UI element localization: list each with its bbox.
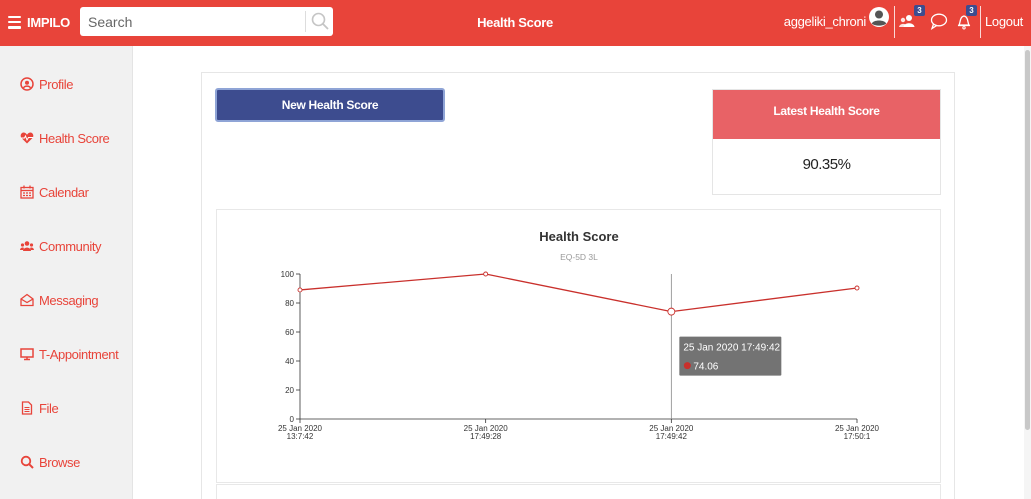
community-badge: 3	[914, 5, 925, 16]
calendar-icon	[20, 185, 34, 199]
sidebar-item-community[interactable]: Community	[20, 235, 102, 257]
data-point	[483, 271, 489, 277]
users-icon	[20, 241, 34, 251]
sidebar-item-profile[interactable]: Profile	[20, 73, 73, 95]
sidebar: Profile Health Score Calendar Community …	[0, 46, 133, 499]
new-health-score-button[interactable]: New Health Score	[215, 88, 445, 122]
menu-button[interactable]: IMPILO	[8, 11, 70, 33]
y-tick-label: 0	[290, 415, 295, 424]
y-tick-label: 100	[281, 270, 295, 279]
lower-card	[216, 484, 941, 499]
user-avatar-icon[interactable]	[868, 6, 890, 28]
search-box	[80, 7, 333, 36]
sidebar-item-health-score[interactable]: Health Score	[20, 127, 110, 149]
scrollbar[interactable]	[1024, 46, 1031, 499]
envelope-icon	[20, 293, 34, 307]
data-point	[667, 307, 676, 316]
search-input[interactable]	[80, 7, 306, 36]
chat-bubble-icon[interactable]	[929, 12, 949, 30]
x-tick-label: 13:7:42	[287, 432, 314, 441]
sidebar-item-browse[interactable]: Browse	[20, 451, 80, 473]
latest-health-score-title: Latest Health Score	[713, 90, 940, 139]
sidebar-item-messaging[interactable]: Messaging	[20, 289, 99, 311]
latest-health-score-value: 90.35%	[802, 156, 851, 173]
divider	[980, 6, 981, 38]
sidebar-item-label: Community	[39, 238, 102, 254]
tooltip-title: 25 Jan 2020 17:49:42	[683, 343, 780, 354]
sidebar-item-t-appointment[interactable]: T-Appointment	[20, 343, 119, 365]
top-bar: IMPILO Health Score aggeliki_chroni 3 3 …	[0, 0, 1031, 46]
brand-logo: IMPILO	[27, 14, 70, 30]
sidebar-item-label: Browse	[39, 454, 80, 470]
x-tick-label: 17:49:42	[656, 432, 688, 441]
sidebar-item-calendar[interactable]: Calendar	[20, 181, 89, 203]
sidebar-item-label: T-Appointment	[39, 346, 119, 362]
sidebar-item-label: Health Score	[39, 130, 110, 146]
x-tick-label: 17:49:28	[470, 432, 502, 441]
y-tick-label: 60	[285, 328, 294, 337]
y-tick-label: 40	[285, 357, 294, 366]
search-icon	[20, 455, 34, 469]
y-tick-label: 80	[285, 299, 294, 308]
file-icon	[21, 401, 33, 415]
sidebar-item-label: Messaging	[39, 292, 99, 308]
series-line	[299, 273, 858, 313]
monitor-icon	[20, 348, 34, 361]
scrollbar-thumb[interactable]	[1025, 50, 1030, 430]
notification-badge: 3	[966, 5, 977, 16]
logout-link[interactable]: Logout	[985, 14, 1023, 29]
data-point	[297, 287, 303, 293]
user-circle-icon	[20, 77, 34, 91]
sidebar-item-label: Profile	[39, 76, 74, 92]
heartbeat-icon	[20, 132, 34, 144]
username[interactable]: aggeliki_chroni	[760, 14, 867, 29]
latest-health-score-panel: Latest Health Score 90.35%	[712, 89, 941, 195]
chart-title: Health Score	[539, 229, 618, 244]
search-divider	[305, 11, 306, 32]
page-title: Health Score	[477, 15, 553, 30]
x-tick-label: 17:50:1	[844, 432, 871, 441]
sidebar-item-label: File	[39, 400, 59, 416]
y-tick-label: 20	[285, 386, 294, 395]
hamburger-icon	[8, 15, 22, 29]
chart-container: Health Score EQ-5D 3L 0 20 40 60 80 100 25 Jan…	[216, 209, 941, 483]
chart-subtitle: EQ-5D 3L	[560, 252, 598, 262]
data-point	[854, 285, 860, 291]
search-icon[interactable]	[310, 11, 330, 31]
sidebar-item-file[interactable]: File	[20, 397, 59, 419]
tooltip-value: 74.06	[693, 362, 718, 373]
divider	[894, 6, 895, 38]
health-score-chart: Health Score EQ-5D 3L 0 20 40 60 80 100 25 Jan…	[278, 229, 880, 441]
sidebar-item-label: Calendar	[39, 184, 89, 200]
tooltip-series-marker	[683, 362, 691, 370]
